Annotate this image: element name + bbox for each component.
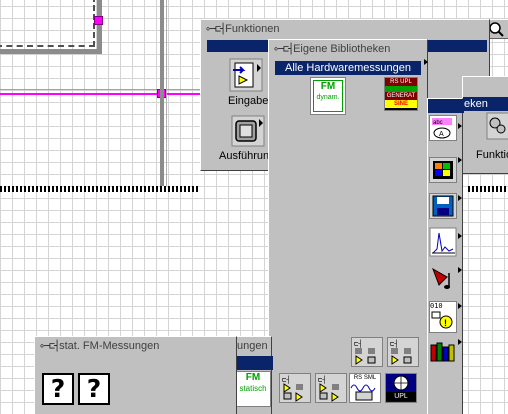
vi-icon-c-graphic: ⊏┤ [282,375,303,402]
static-fm-title: stat. FM-Messungen [59,340,160,352]
string-wire [0,93,200,95]
fm-static-vi[interactable]: FM statisch [235,371,271,407]
binary-digits: 010 [430,302,443,310]
vi-icon-d[interactable]: ⊏┤ [315,373,347,403]
sound-icon[interactable] [429,263,457,293]
vi-icon-b[interactable]: ⊏┤ [387,337,419,367]
svg-text:⊏┤: ⊏┤ [318,375,326,384]
rs-upl-line1: RS UPL [385,78,417,86]
pushpin-icon[interactable]: ∘─⊏┤ [205,24,226,35]
loop-border-left [0,186,200,192]
vertical-wire [160,0,164,186]
vi-icon-d-graphic: ⊏┤ [318,375,339,402]
functions-palette-titlebar[interactable]: ∘─⊏┤Funktionen [201,20,489,38]
execution-item[interactable] [231,115,267,149]
static-fm-titlebar[interactable]: ∘─⊏┤stat. FM-Messungen [35,337,236,355]
rs-sml-label: RS SML [353,375,377,381]
array-icon [433,161,453,179]
svg-text:abc: abc [433,120,443,126]
submenu-arrow-3[interactable] [458,195,462,201]
functions-item[interactable] [483,111,508,143]
graph-icon [429,227,457,257]
rs-upl-line4: SINE [385,100,417,108]
pushpin-icon-2[interactable]: ∘─⊏┤ [273,44,294,55]
array-function-icon[interactable] [429,157,457,183]
cluster-wire-inner [0,0,95,47]
string-wire-upper [0,89,200,90]
submenu-arrow-7[interactable] [458,339,462,345]
icon-strip-header [428,99,464,113]
submenu-arrow-1[interactable] [458,123,462,129]
upl-vi[interactable]: UPL [385,373,417,403]
wire-junction [94,16,103,25]
fm-static-label: FM [245,372,261,383]
fm-dynamic-sublabel: dynam. [316,94,340,101]
unknown-vi-icon[interactable]: ? [42,373,74,405]
string-function-icon[interactable]: abc A [429,115,457,141]
fm-dynamic-vi[interactable]: FM dynam. [310,77,346,115]
execution-icon [231,115,265,147]
rs-sml-vi[interactable]: RS SML [349,373,381,403]
string-icon: abc A [432,118,452,139]
loop-border-right [468,186,508,192]
vi-icon-a[interactable]: ⊏┤ [351,337,383,367]
books-icon [430,342,455,362]
input-icon [229,58,263,92]
execution-item-label: Ausführun [219,150,270,162]
analysis-icon[interactable] [429,227,457,257]
right-palette-header: eken [463,97,508,111]
vertical-wire-thin [166,0,167,186]
upl-globe [393,375,409,391]
right-palette[interactable]: eken Funktio [462,76,508,174]
input-item-label: Eingabe [228,95,269,107]
svg-text:A: A [439,131,444,138]
boolean-icon[interactable]: 010 ! [429,301,457,333]
submenu-arrow-4[interactable] [458,233,462,239]
own-libraries-palette[interactable]: ∘─⊏┤Eigene Bibliotheken Alle Hardwaremes… [268,39,428,414]
unknown-vi-icon-2[interactable]: ? [78,373,110,405]
own-libraries-titlebar[interactable]: ∘─⊏┤Eigene Bibliotheken [269,40,427,58]
own-libraries-title: Eigene Bibliotheken [293,43,391,55]
vi-icon-c[interactable]: ⊏┤ [279,373,311,403]
submenu-arrow-6[interactable] [458,303,462,309]
vi-icon-a-graphic: ⊏┤ [354,339,376,365]
floppy-icon [432,195,454,217]
library-icon[interactable] [429,337,457,365]
functions-item-label: Funktio [476,149,508,161]
rs-upl-generator-vi[interactable]: RS UPL GENERAT SINE [384,77,418,111]
music-note-icon [432,267,450,289]
icon-strip-palette[interactable]: abc A 010 ! [427,98,464,414]
fm-dynamic-label: FM [320,81,336,92]
svg-text:!: ! [444,318,447,328]
file-io-icon[interactable] [429,193,457,219]
functions-icon [486,112,508,140]
static-fm-palette[interactable]: ∘─⊏┤stat. FM-Messungen ? ? [34,336,237,414]
warning-icon: ! [431,311,453,329]
svg-text:⊏┤: ⊏┤ [282,375,290,384]
rs-upl-line3: GENERAT [385,92,417,100]
rs-sml-wave [350,384,376,401]
fm-static-sublabel: statisch [239,384,267,393]
functions-palette-title: Funktionen [225,23,280,35]
vi-icon-b-graphic: ⊏┤ [390,339,412,365]
svg-text:⊏┤: ⊏┤ [390,339,398,348]
all-hardware-measurements-tab[interactable]: Alle Hardwaremessungen [275,61,421,75]
svg-text:⊏┤: ⊏┤ [354,339,362,348]
submenu-arrow-2[interactable] [458,157,462,163]
upl-label: UPL [386,392,416,401]
palette-scroll-arrow[interactable] [424,59,428,65]
pushpin-icon-3[interactable]: ∘─⊏┤ [39,341,60,352]
submenu-arrow-5[interactable] [458,267,462,273]
